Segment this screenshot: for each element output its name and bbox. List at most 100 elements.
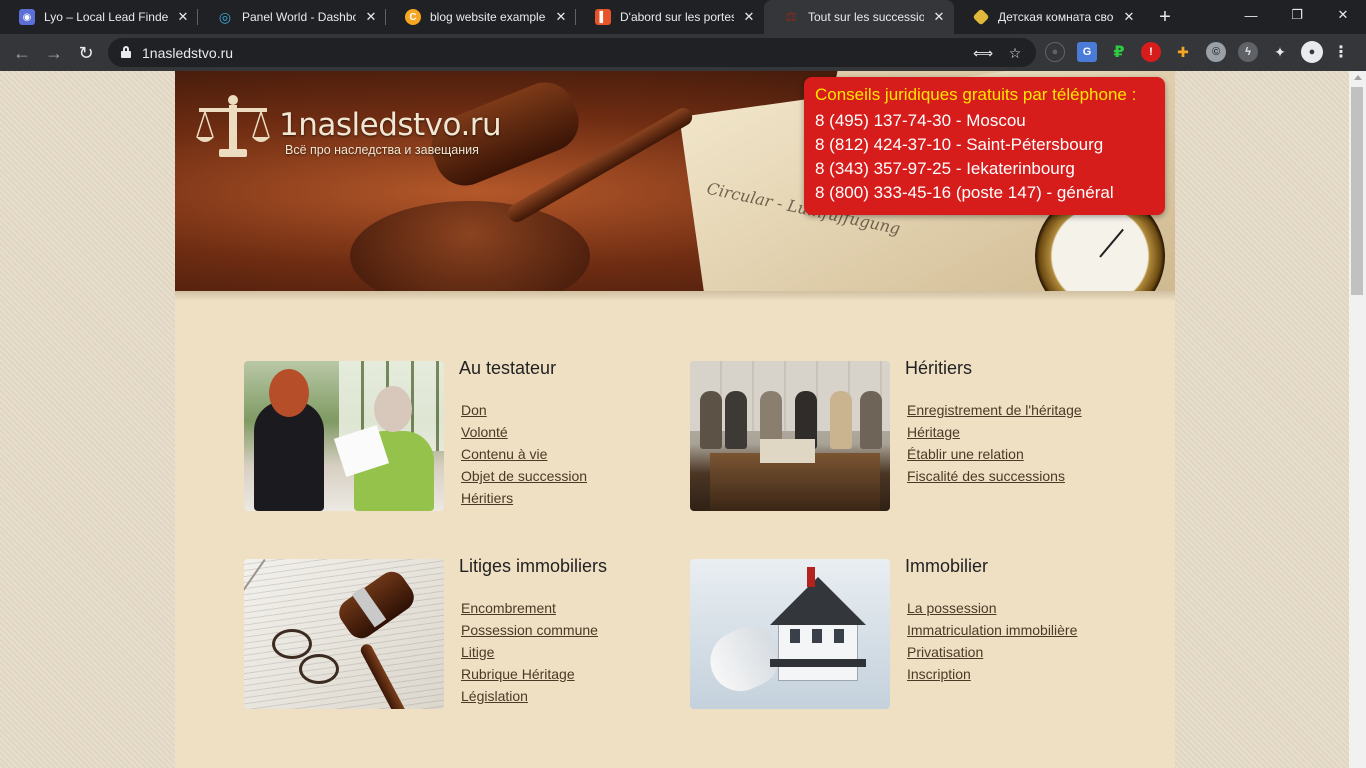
site-logo[interactable]: 1nasledstvo.ru Всё про наследства и заве… <box>195 93 515 163</box>
tab-panel-world[interactable]: ◎ Panel World - Dashboard ✕ <box>198 0 386 34</box>
link-don[interactable]: Don <box>461 402 487 418</box>
tab-portes[interactable]: ▌ D'abord sur les portes - ✕ <box>576 0 764 34</box>
translate-icon[interactable]: ⟺ <box>973 44 993 62</box>
browser-toolbar: ← → ↻ 1nasledstvo.ru ⟺ ☆ ● G ₽ ! ✚ © ϟ ✦… <box>0 34 1366 71</box>
puzzle-extensions-icon[interactable]: ✦ <box>1270 42 1290 62</box>
section-heirs: Héritiers Enregistrement de l'héritage H… <box>690 358 1090 511</box>
link-heritage[interactable]: Héritage <box>907 424 960 440</box>
link-legislation[interactable]: Législation <box>461 688 528 704</box>
scales-icon: ⚖ <box>785 9 797 24</box>
tab-lyo[interactable]: ◉ Lyo – Local Lead Finder ✕ <box>0 0 198 34</box>
profile-avatar-icon[interactable]: ● <box>1301 41 1323 63</box>
page-content: Circular - Lumfuffügung 1nasledstvo.ru В… <box>175 71 1175 768</box>
link-fiscalite-successions[interactable]: Fiscalité des successions <box>907 468 1065 484</box>
tab-title: D'abord sur les portes - <box>620 10 734 24</box>
section-property-disputes: Litiges immobiliers Encombrement Possess… <box>244 556 644 710</box>
close-tab-icon[interactable]: ✕ <box>930 8 948 26</box>
new-tab-icon[interactable]: + <box>1153 5 1177 29</box>
link-encombrement[interactable]: Encombrement <box>461 600 556 616</box>
section-testator: Au testateur Don Volonté Contenu à vie O… <box>244 358 644 512</box>
lightning-extension-icon[interactable]: ϟ <box>1238 42 1258 62</box>
bookmark-star-icon[interactable]: ☆ <box>1006 44 1024 62</box>
banner-sound-block <box>350 201 590 291</box>
logo-tagline: Всё про наследства и завещания <box>285 143 479 157</box>
tab-detskaya[interactable]: Детская комната свои ✕ <box>954 0 1144 34</box>
restore-icon[interactable]: ❐ <box>1274 0 1320 30</box>
currency-extension-icon[interactable]: ₽ <box>1109 42 1129 62</box>
address-bar[interactable]: 1nasledstvo.ru ⟺ ☆ <box>108 38 1036 67</box>
minimize-icon[interactable]: — <box>1228 0 1274 30</box>
link-litige[interactable]: Litige <box>461 644 494 660</box>
url-text: 1nasledstvo.ru <box>142 45 234 61</box>
header-banner: Circular - Lumfuffügung 1nasledstvo.ru В… <box>175 71 1175 291</box>
close-tab-icon[interactable]: ✕ <box>174 8 192 26</box>
link-immatriculation-immobiliere[interactable]: Immatriculation immobilière <box>907 622 1077 638</box>
meeting-photo[interactable] <box>244 361 444 511</box>
close-tab-icon[interactable]: ✕ <box>740 8 758 26</box>
section-link-list: Encombrement Possession commune Litige R… <box>461 600 598 710</box>
tab-title: Panel World - Dashboard <box>242 10 356 24</box>
section-heading: Au testateur <box>459 358 557 378</box>
link-rubrique-heritage[interactable]: Rubrique Héritage <box>461 666 575 682</box>
phone-general[interactable]: 8 (800) 333-45-16 (poste 147) - général <box>815 181 1165 205</box>
reload-icon[interactable]: ↻ <box>72 39 100 67</box>
tab-successions[interactable]: ⚖ Tout sur les successions ✕ <box>764 0 954 34</box>
section-real-estate: Immobilier La possession Immatriculation… <box>690 556 1090 709</box>
section-heading: Héritiers <box>905 358 973 378</box>
back-icon[interactable]: ← <box>8 39 36 67</box>
link-contenu-a-vie[interactable]: Contenu à vie <box>461 446 547 462</box>
phone-saint-petersburg[interactable]: 8 (812) 424-37-10 - Saint-Pétersbourg <box>815 133 1165 157</box>
house-photo[interactable] <box>690 559 890 709</box>
tab-strip: ◉ Lyo – Local Lead Finder ✕ ◎ Panel Worl… <box>0 0 1366 34</box>
section-link-list: La possession Immatriculation immobilièr… <box>907 600 1077 688</box>
link-heritiers[interactable]: Héritiers <box>461 490 513 506</box>
c-badge-icon: C <box>405 9 421 25</box>
close-tab-icon[interactable]: ✕ <box>1120 8 1138 26</box>
tab-title: blog website examples <box>430 10 546 24</box>
menu-kebab-icon[interactable]: ⋮ <box>1331 42 1351 62</box>
link-inscription[interactable]: Inscription <box>907 666 971 682</box>
page-scrollbar[interactable] <box>1349 71 1366 768</box>
phone-moscow[interactable]: 8 (495) 137-74-30 - Moscou <box>815 109 1165 133</box>
copyright-extension-icon[interactable]: © <box>1206 42 1226 62</box>
link-enregistrement-heritage[interactable]: Enregistrement de l'héritage <box>907 402 1082 418</box>
close-window-icon[interactable]: ✕ <box>1320 0 1366 30</box>
tab-title: Lyo – Local Lead Finder <box>44 10 168 24</box>
section-heading: Immobilier <box>905 556 989 576</box>
banner-shadow <box>175 291 1175 301</box>
link-objet-de-succession[interactable]: Objet de succession <box>461 468 587 484</box>
link-etablir-relation[interactable]: Établir une relation <box>907 446 1024 462</box>
section-link-list: Enregistrement de l'héritage Héritage Ét… <box>907 402 1082 490</box>
shield-extension-icon[interactable]: ● <box>1045 42 1065 62</box>
family-photo[interactable] <box>690 361 890 511</box>
close-tab-icon[interactable]: ✕ <box>362 8 380 26</box>
alert-extension-icon[interactable]: ! <box>1141 42 1161 62</box>
tab-blog-examples[interactable]: C blog website examples ✕ <box>386 0 576 34</box>
section-link-list: Don Volonté Contenu à vie Objet de succe… <box>461 402 587 512</box>
tab-title: Детская комната свои <box>998 10 1114 24</box>
link-volonte[interactable]: Volonté <box>461 424 508 440</box>
scrollbar-thumb[interactable] <box>1351 87 1363 295</box>
link-possession-commune[interactable]: Possession commune <box>461 622 598 638</box>
scroll-up-arrow-icon[interactable] <box>1354 75 1362 80</box>
section-heading: Litiges immobiliers <box>459 556 608 576</box>
person-extension-icon[interactable]: ✚ <box>1173 42 1193 62</box>
gavel-photo[interactable] <box>244 559 444 709</box>
bookmark-icon: ▌ <box>595 9 611 25</box>
page-viewport: Circular - Lumfuffügung 1nasledstvo.ru В… <box>0 71 1349 768</box>
link-privatisation[interactable]: Privatisation <box>907 644 983 660</box>
lock-icon <box>121 46 131 58</box>
close-tab-icon[interactable]: ✕ <box>552 8 570 26</box>
forward-icon[interactable]: → <box>40 39 68 67</box>
phone-ekaterinburg[interactable]: 8 (343) 357-97-25 - Iekaterinbourg <box>815 157 1165 181</box>
robot-icon: ◉ <box>19 9 35 25</box>
box-icon <box>972 8 990 26</box>
logo-site-name: 1nasledstvo.ru <box>279 107 502 143</box>
tab-title: Tout sur les successions <box>808 10 924 24</box>
globe-icon: ◎ <box>217 8 233 25</box>
google-translate-extension-icon[interactable]: G <box>1077 42 1097 62</box>
phone-consultation-box: Conseils juridiques gratuits par télépho… <box>804 77 1165 215</box>
link-la-possession[interactable]: La possession <box>907 600 997 616</box>
scales-logo-icon <box>196 95 270 157</box>
phone-box-title: Conseils juridiques gratuits par télépho… <box>815 85 1137 104</box>
